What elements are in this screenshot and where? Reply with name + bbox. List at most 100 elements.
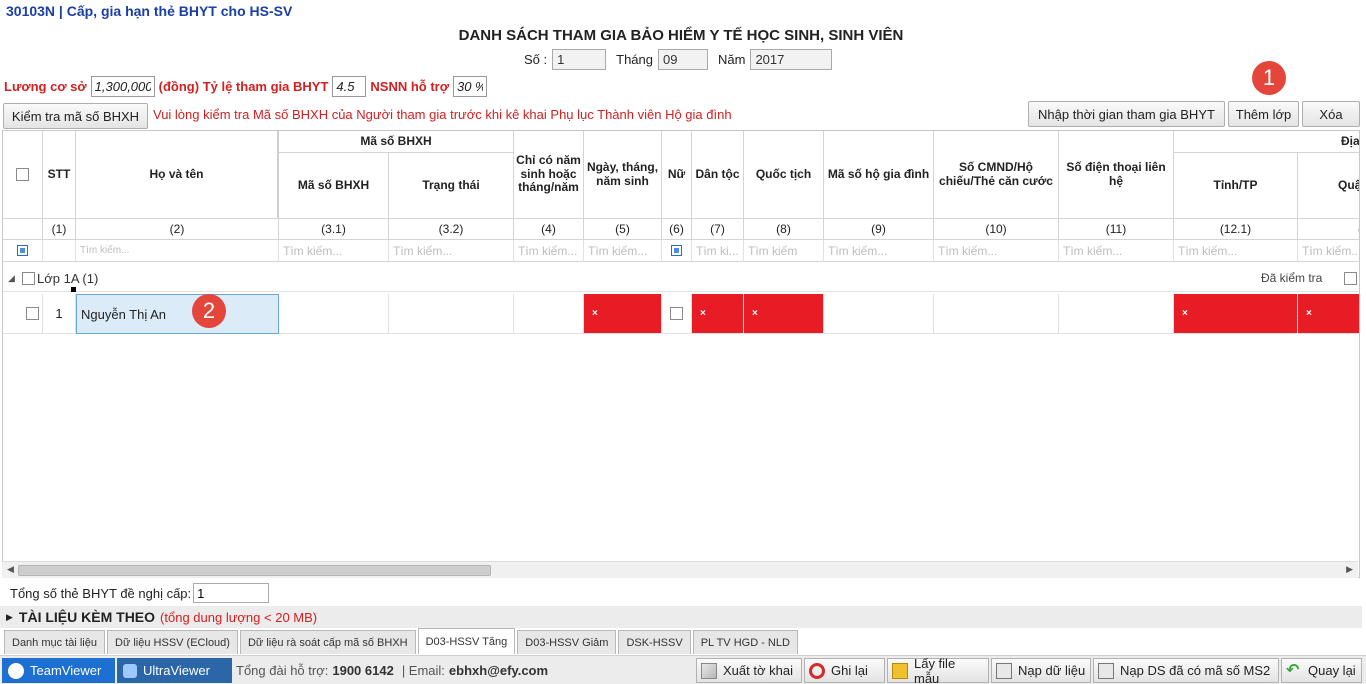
search-cmnd[interactable]: Tìm kiếm... (934, 240, 1059, 262)
select-all-checkbox[interactable] (16, 168, 29, 181)
scrollbar-thumb[interactable] (18, 565, 491, 576)
teamviewer-button[interactable]: TeamViewer (2, 658, 115, 683)
row-cmnd[interactable] (934, 294, 1059, 334)
summary-input[interactable] (193, 583, 270, 603)
luong-input[interactable] (90, 76, 155, 97)
import-ms2-button[interactable]: Nạp DS đã có mã số MS2 (1093, 658, 1279, 683)
row-sdt[interactable] (1059, 294, 1174, 334)
attachments-bar[interactable]: ▶ TÀI LIỆU KÈM THEO (tổng dung lượng < 2… (0, 606, 1362, 628)
xoa-button[interactable]: Xóa (1302, 101, 1360, 127)
search-sdt[interactable]: Tìm kiếm... (1059, 240, 1174, 262)
tab-d03-hssv-tang[interactable]: D03-HSSV Tăng (417, 628, 516, 654)
row-ma-ho-gd[interactable] (824, 294, 934, 334)
scroll-left-icon[interactable]: ◀ (7, 564, 14, 575)
import-ms2-icon (1098, 662, 1114, 679)
search-trang-thai[interactable]: Tìm kiếm... (389, 240, 514, 262)
template-file-label: Lấy file mẫu (913, 655, 956, 684)
teamviewer-label: TeamViewer (30, 663, 102, 678)
row-ho-ten[interactable]: Nguyễn Thị An (76, 294, 279, 334)
header-nu: Nữ (662, 131, 692, 219)
them-lop-button[interactable]: Thêm lớp (1228, 101, 1299, 127)
nsnn-label: NSNN hỗ trợ (370, 79, 449, 94)
document-date-row: Số : Tháng Năm (524, 49, 842, 70)
filter-toggle[interactable] (3, 240, 43, 262)
row-select-cell[interactable] (3, 294, 43, 334)
nhap-thoi-gian-button[interactable]: Nhập thời gian tham gia BHYT (1028, 101, 1225, 127)
header-trang-thai: Trạng thái (389, 153, 514, 219)
tab-du-lieu-ra-soat[interactable]: Dữ liệu rà soát cấp mã số BHXH (239, 630, 416, 654)
row-nu-checkbox[interactable] (670, 307, 683, 320)
summary-label: Tổng số thẻ BHYT đề nghị cấp: (10, 585, 192, 601)
search-ho-ten[interactable]: Tìm kiếm... (76, 240, 279, 262)
search-chi-co-nam[interactable]: Tìm kiếm... (514, 240, 584, 262)
callout-badge-2: 2 (192, 294, 226, 328)
tyle-input[interactable] (332, 76, 367, 97)
tab-d03-hssv-giam[interactable]: D03-HSSV Giảm (517, 630, 617, 654)
number-cell-blank (3, 219, 43, 240)
tab-danh-muc-tai-lieu[interactable]: Danh mục tài liệu (4, 630, 105, 654)
header-cmnd: Số CMND/Hộ chiếu/Thẻ căn cước (934, 131, 1059, 219)
number-cell: (9) (824, 219, 934, 240)
row-checkbox[interactable] (26, 307, 39, 320)
email-label: | Email: (401, 663, 445, 678)
search-ngay-sinh[interactable]: Tìm kiếm... (584, 240, 662, 262)
attachments-title: TÀI LIỆU KÈM THEO (18, 609, 156, 625)
nam-label: Năm (718, 52, 746, 67)
row-dan-toc-error[interactable]: × (692, 294, 744, 334)
tab-du-lieu-hssv-ecloud[interactable]: Dữ liệu HSSV (ECloud) (107, 630, 238, 654)
export-label: Xuất tờ khai (723, 663, 793, 678)
header-ma-ho-gd: Mã số hộ gia đình (824, 131, 934, 219)
notice-text: Vui lòng kiểm tra Mã số BHXH của Người t… (153, 107, 732, 122)
so-input[interactable] (552, 49, 607, 70)
row-tinh-tp-error[interactable]: × (1174, 294, 1298, 334)
header-quoc-tich: Quốc tịch (744, 131, 824, 219)
email-address: ebhxh@efy.com (448, 663, 549, 678)
search-dan-toc[interactable]: Tìm ki... (692, 240, 744, 262)
ultraviewer-button[interactable]: UltraViewer (117, 658, 232, 683)
row-quan-error[interactable]: × (1298, 294, 1359, 334)
save-button[interactable]: Ghi lại (804, 658, 885, 683)
tab-dsk-hssv[interactable]: DSK-HSSV (618, 630, 691, 654)
summary-row: Tổng số thẻ BHYT đề nghị cấp: (10, 583, 270, 603)
page-title: DANH SÁCH THAM GIA BẢO HIỂM Y TẾ HỌC SIN… (458, 27, 904, 44)
template-file-button[interactable]: Lấy file mẫu (887, 655, 989, 684)
search-nu[interactable] (662, 240, 692, 262)
import-data-button[interactable]: Nạp dữ liệu (991, 658, 1091, 683)
search-tinh-tp[interactable]: Tìm kiếm... (1174, 240, 1298, 262)
thang-label: Tháng (616, 52, 653, 67)
row-quoc-tich-error[interactable]: × (744, 294, 824, 334)
number-cell: ( (1298, 219, 1359, 240)
nam-input[interactable] (750, 49, 833, 70)
group-row-lop-1a[interactable]: ◢ Lớp 1A (1) Đã kiểm tra (3, 266, 1359, 292)
import-data-label: Nạp dữ liệu (1018, 663, 1086, 678)
thang-input[interactable] (658, 49, 708, 70)
scroll-right-icon[interactable]: ▶ (1346, 564, 1353, 575)
window-title: 30103N | Cấp, gia hạn thẻ BHYT cho HS-SV (6, 3, 293, 19)
header-dan-toc: Dân tộc (692, 131, 744, 219)
search-quoc-tich[interactable]: Tìm kiếm (744, 240, 824, 262)
checked-checkbox[interactable] (1344, 272, 1357, 285)
row-ma-so-bhxh[interactable] (279, 294, 389, 334)
filter-icon (17, 245, 28, 256)
check-bhxh-button[interactable]: Kiểm tra mã số BHXH (3, 103, 148, 129)
search-ma-ho-gd[interactable]: Tìm kiếm... (824, 240, 934, 262)
collapse-triangle-icon[interactable]: ◢ (8, 273, 15, 284)
nsnn-input[interactable] (452, 76, 487, 97)
tab-pl-tv-hgd[interactable]: PL TV HGD - NLD (692, 630, 798, 654)
import-data-icon (996, 662, 1012, 679)
search-ma-so-bhxh[interactable]: Tìm kiếm... (279, 240, 389, 262)
row-nu-cell[interactable] (662, 294, 692, 334)
search-quan[interactable]: Tìm kiếm... (1298, 240, 1359, 262)
back-button[interactable]: ↶ Quay lại (1281, 658, 1362, 683)
expand-arrow-icon[interactable]: ▶ (6, 612, 13, 623)
horizontal-scrollbar[interactable]: ◀ ▶ (2, 561, 1358, 578)
header-tinh-tp: Tỉnh/TP (1174, 153, 1298, 219)
search-stt[interactable] (43, 240, 76, 262)
number-cell: (6) (662, 219, 692, 240)
export-button[interactable]: Xuất tờ khai (696, 658, 802, 683)
group-checkbox[interactable] (22, 272, 35, 285)
row-ngay-sinh-error[interactable]: × (584, 294, 662, 334)
footer-bar: TeamViewer UltraViewer Tổng đài hỗ trợ: … (0, 655, 1366, 684)
row-chi-co-nam[interactable] (514, 294, 584, 334)
header-ho-ten: Họ và tên (76, 131, 279, 219)
